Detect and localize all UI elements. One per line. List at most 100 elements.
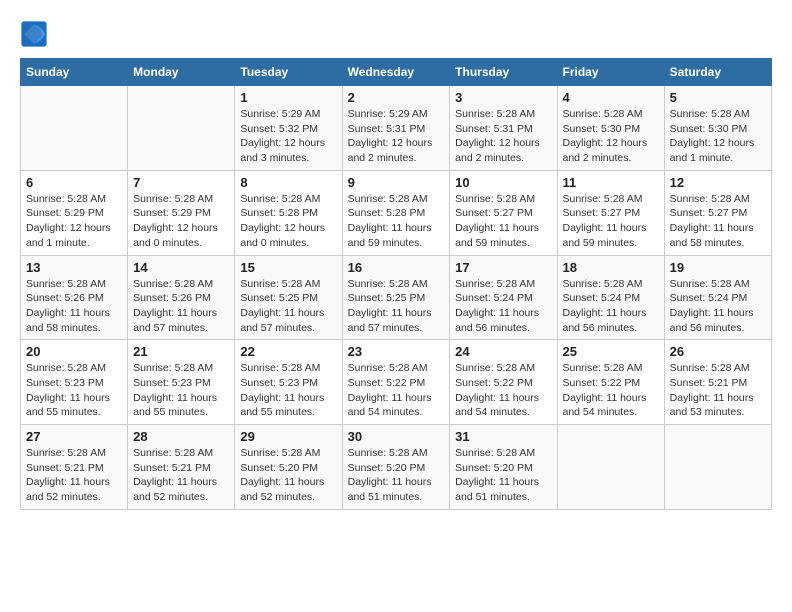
day-number: 17 [455, 260, 551, 275]
day-cell: 10 Sunrise: 5:28 AM Sunset: 5:27 PM Dayli… [450, 170, 557, 255]
day-number: 6 [26, 175, 122, 190]
day-cell: 17Sunrise: 5:28 AM Sunset: 5:24 PM Dayli… [450, 255, 557, 340]
day-number: 18 [563, 260, 659, 275]
header-wednesday: Wednesday [342, 59, 450, 86]
day-info: Sunrise: 5:28 AM Sunset: 5:25 PM Dayligh… [240, 277, 336, 336]
day-cell: 9 Sunrise: 5:28 AM Sunset: 5:28 PM Daylig… [342, 170, 450, 255]
day-info: Sunrise: 5:28 AM Sunset: 5:21 PM Dayligh… [133, 446, 229, 505]
day-cell: 27 Sunrise: 5:28 AM Sunset: 5:21 PM Dayli… [21, 425, 128, 510]
day-number: 19 [670, 260, 766, 275]
day-info: Sunrise: 5:28 AM Sunset: 5:22 PM Dayligh… [455, 361, 551, 420]
day-info: Sunrise: 5:28 AM Sunset: 5:30 PM Dayligh… [670, 107, 766, 166]
day-number: 25 [563, 344, 659, 359]
day-info: Sunrise: 5:28 AM Sunset: 5:27 PM Dayligh… [455, 192, 551, 251]
day-number: 29 [240, 429, 336, 444]
day-cell: 24Sunrise: 5:28 AM Sunset: 5:22 PM Dayli… [450, 340, 557, 425]
day-number: 13 [26, 260, 122, 275]
day-info: Sunrise: 5:29 AM Sunset: 5:32 PM Dayligh… [240, 107, 336, 166]
day-info: Sunrise: 5:28 AM Sunset: 5:30 PM Dayligh… [563, 107, 659, 166]
day-info: Sunrise: 5:28 AM Sunset: 5:22 PM Dayligh… [348, 361, 445, 420]
day-cell: 29 Sunrise: 5:28 AM Sunset: 5:20 PM Dayli… [235, 425, 342, 510]
day-number: 10 [455, 175, 551, 190]
header-sunday: Sunday [21, 59, 128, 86]
week-row-4: 20 Sunrise: 5:28 AM Sunset: 5:23 PM Dayli… [21, 340, 772, 425]
logo [20, 20, 52, 48]
day-number: 11 [563, 175, 659, 190]
day-number: 5 [670, 90, 766, 105]
day-number: 9 [348, 175, 445, 190]
day-cell: 14Sunrise: 5:28 AM Sunset: 5:26 PM Dayli… [128, 255, 235, 340]
week-row-5: 27 Sunrise: 5:28 AM Sunset: 5:21 PM Dayli… [21, 425, 772, 510]
day-number: 14 [133, 260, 229, 275]
day-info: Sunrise: 5:28 AM Sunset: 5:23 PM Dayligh… [133, 361, 229, 420]
day-cell [557, 425, 664, 510]
day-cell: 7 Sunrise: 5:28 AM Sunset: 5:29 PM Daylig… [128, 170, 235, 255]
day-info: Sunrise: 5:28 AM Sunset: 5:24 PM Dayligh… [670, 277, 766, 336]
week-row-1: 1 Sunrise: 5:29 AM Sunset: 5:32 PM Daylig… [21, 86, 772, 171]
day-cell: 12 Sunrise: 5:28 AM Sunset: 5:27 PM Dayli… [664, 170, 771, 255]
day-number: 31 [455, 429, 551, 444]
header-thursday: Thursday [450, 59, 557, 86]
day-info: Sunrise: 5:28 AM Sunset: 5:27 PM Dayligh… [563, 192, 659, 251]
day-info: Sunrise: 5:28 AM Sunset: 5:25 PM Dayligh… [348, 277, 445, 336]
day-number: 21 [133, 344, 229, 359]
day-cell: 20 Sunrise: 5:28 AM Sunset: 5:23 PM Dayli… [21, 340, 128, 425]
day-cell: 22 Sunrise: 5:28 AM Sunset: 5:23 PM Dayli… [235, 340, 342, 425]
day-cell: 4 Sunrise: 5:28 AM Sunset: 5:30 PM Daylig… [557, 86, 664, 171]
day-cell: 23Sunrise: 5:28 AM Sunset: 5:22 PM Dayli… [342, 340, 450, 425]
day-cell: 30 Sunrise: 5:28 AM Sunset: 5:20 PM Dayli… [342, 425, 450, 510]
day-info: Sunrise: 5:28 AM Sunset: 5:21 PM Dayligh… [26, 446, 122, 505]
day-number: 8 [240, 175, 336, 190]
day-cell: 8 Sunrise: 5:28 AM Sunset: 5:28 PM Daylig… [235, 170, 342, 255]
day-info: Sunrise: 5:28 AM Sunset: 5:27 PM Dayligh… [670, 192, 766, 251]
day-info: Sunrise: 5:28 AM Sunset: 5:24 PM Dayligh… [563, 277, 659, 336]
day-info: Sunrise: 5:28 AM Sunset: 5:20 PM Dayligh… [348, 446, 445, 505]
day-cell: 28 Sunrise: 5:28 AM Sunset: 5:21 PM Dayli… [128, 425, 235, 510]
week-row-3: 13Sunrise: 5:28 AM Sunset: 5:26 PM Dayli… [21, 255, 772, 340]
day-info: Sunrise: 5:28 AM Sunset: 5:21 PM Dayligh… [670, 361, 766, 420]
day-number: 20 [26, 344, 122, 359]
day-number: 1 [240, 90, 336, 105]
day-number: 3 [455, 90, 551, 105]
day-number: 30 [348, 429, 445, 444]
day-cell [21, 86, 128, 171]
day-cell: 16 Sunrise: 5:28 AM Sunset: 5:25 PM Dayli… [342, 255, 450, 340]
day-cell: 2Sunrise: 5:29 AM Sunset: 5:31 PM Daylig… [342, 86, 450, 171]
header-tuesday: Tuesday [235, 59, 342, 86]
day-number: 4 [563, 90, 659, 105]
header-saturday: Saturday [664, 59, 771, 86]
day-cell [128, 86, 235, 171]
day-cell: 26 Sunrise: 5:28 AM Sunset: 5:21 PM Dayli… [664, 340, 771, 425]
day-cell: 13Sunrise: 5:28 AM Sunset: 5:26 PM Dayli… [21, 255, 128, 340]
day-cell: 3Sunrise: 5:28 AM Sunset: 5:31 PM Daylig… [450, 86, 557, 171]
week-row-2: 6 Sunrise: 5:28 AM Sunset: 5:29 PM Daylig… [21, 170, 772, 255]
day-cell: 31 Sunrise: 5:28 AM Sunset: 5:20 PM Dayli… [450, 425, 557, 510]
day-cell: 15 Sunrise: 5:28 AM Sunset: 5:25 PM Dayli… [235, 255, 342, 340]
day-cell: 21 Sunrise: 5:28 AM Sunset: 5:23 PM Dayli… [128, 340, 235, 425]
day-info: Sunrise: 5:28 AM Sunset: 5:28 PM Dayligh… [348, 192, 445, 251]
header-row: SundayMondayTuesdayWednesdayThursdayFrid… [21, 59, 772, 86]
day-number: 12 [670, 175, 766, 190]
day-number: 16 [348, 260, 445, 275]
day-cell: 5 Sunrise: 5:28 AM Sunset: 5:30 PM Daylig… [664, 86, 771, 171]
day-info: Sunrise: 5:28 AM Sunset: 5:20 PM Dayligh… [240, 446, 336, 505]
day-number: 27 [26, 429, 122, 444]
day-number: 22 [240, 344, 336, 359]
day-info: Sunrise: 5:28 AM Sunset: 5:23 PM Dayligh… [240, 361, 336, 420]
day-number: 26 [670, 344, 766, 359]
day-cell: 6 Sunrise: 5:28 AM Sunset: 5:29 PM Daylig… [21, 170, 128, 255]
day-number: 7 [133, 175, 229, 190]
day-cell: 1 Sunrise: 5:29 AM Sunset: 5:32 PM Daylig… [235, 86, 342, 171]
day-number: 28 [133, 429, 229, 444]
day-cell [664, 425, 771, 510]
day-info: Sunrise: 5:28 AM Sunset: 5:23 PM Dayligh… [26, 361, 122, 420]
day-cell: 18 Sunrise: 5:28 AM Sunset: 5:24 PM Dayli… [557, 255, 664, 340]
header-friday: Friday [557, 59, 664, 86]
day-info: Sunrise: 5:28 AM Sunset: 5:28 PM Dayligh… [240, 192, 336, 251]
header-monday: Monday [128, 59, 235, 86]
day-number: 15 [240, 260, 336, 275]
day-info: Sunrise: 5:28 AM Sunset: 5:20 PM Dayligh… [455, 446, 551, 505]
calendar-table: SundayMondayTuesdayWednesdayThursdayFrid… [20, 58, 772, 510]
day-info: Sunrise: 5:28 AM Sunset: 5:29 PM Dayligh… [133, 192, 229, 251]
day-info: Sunrise: 5:28 AM Sunset: 5:29 PM Dayligh… [26, 192, 122, 251]
